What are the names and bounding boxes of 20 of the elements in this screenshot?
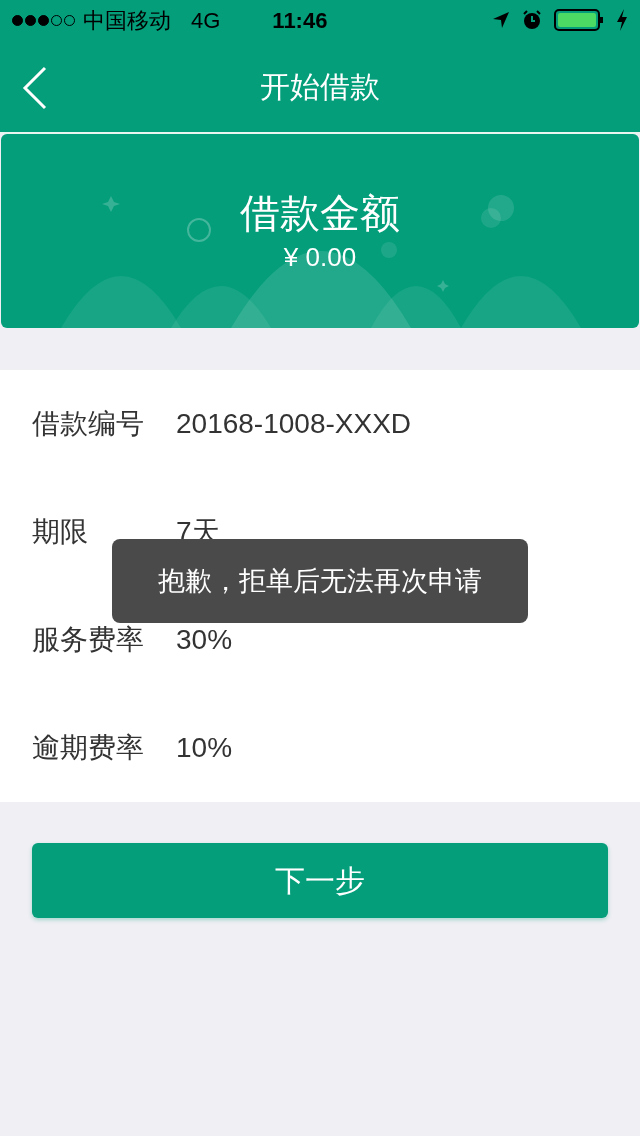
network-type: 4G bbox=[191, 6, 221, 35]
detail-label: 服务费率 bbox=[32, 623, 145, 657]
amount-value: ¥ 0.00 bbox=[283, 240, 357, 274]
charging-bolt-icon bbox=[616, 9, 628, 31]
alarm-clock-icon bbox=[522, 10, 542, 30]
detail-value: 20168-1008-XXXD bbox=[176, 407, 412, 441]
page-title: 开始借款 bbox=[260, 68, 380, 105]
amount-title: 借款金额 bbox=[240, 189, 400, 237]
detail-value: 10% bbox=[176, 731, 233, 765]
detail-label: 逾期费率 bbox=[32, 731, 145, 765]
back-chevron-icon bbox=[21, 66, 47, 110]
location-arrow-icon bbox=[492, 11, 510, 29]
detail-value: 30% bbox=[176, 623, 233, 657]
toast-message: 抱歉，拒单后无法再次申请 bbox=[112, 539, 528, 623]
clock-time: 11:46 bbox=[272, 6, 328, 35]
next-button[interactable]: 下一步 bbox=[32, 843, 608, 918]
detail-label: 借款编号 bbox=[32, 407, 145, 441]
detail-label: 期限 bbox=[32, 515, 89, 549]
battery-icon bbox=[554, 9, 604, 31]
carrier-name: 中国移动 bbox=[83, 6, 171, 35]
